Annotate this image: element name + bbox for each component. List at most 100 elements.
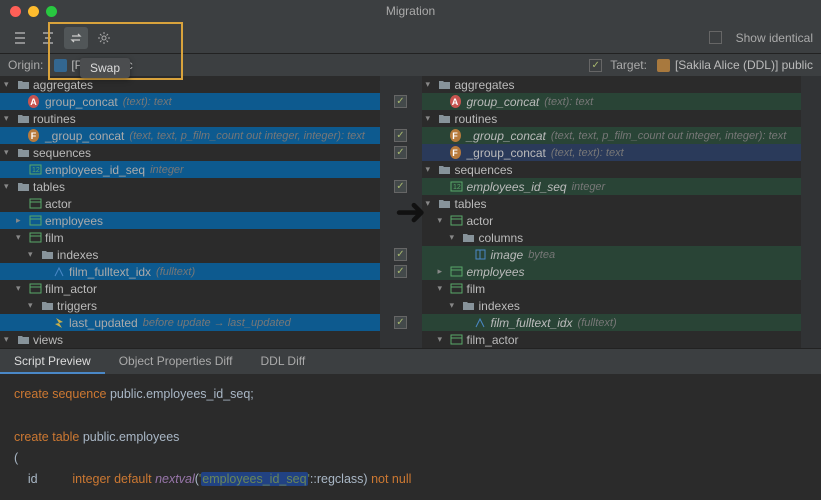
settings-icon[interactable]	[92, 27, 116, 49]
tree-row[interactable]: ▾ routines	[422, 110, 802, 127]
expand-tree-icon[interactable]	[8, 27, 32, 49]
tree-row[interactable]: ▾tables	[422, 195, 802, 212]
tree-row[interactable]: ▾aggregates	[422, 76, 802, 93]
collapse-tree-icon[interactable]	[36, 27, 60, 49]
F-icon: F	[450, 129, 464, 143]
row-checkbox[interactable]: ✓	[394, 146, 407, 159]
tree-row[interactable]: ▾routines	[0, 110, 380, 127]
tree-row[interactable]: F_group_concat(text, text, p_film_count …	[422, 127, 802, 144]
svg-text:12: 12	[32, 167, 40, 174]
row-checkbox[interactable]: ✓	[394, 316, 407, 329]
origin-tree[interactable]: ▾ aggregatesAgroup_concat(text): text▾rou…	[0, 76, 380, 348]
tree-row[interactable]: ▾actor	[422, 212, 802, 229]
disclosure-icon[interactable]: ▾	[4, 334, 16, 345]
disclosure-icon[interactable]: ▾	[438, 215, 450, 226]
signature: integer	[572, 181, 606, 193]
disclosure-icon[interactable]: ▾	[426, 164, 438, 175]
row-checkbox[interactable]: ✓	[394, 265, 407, 278]
show-identical-checkbox[interactable]	[709, 31, 722, 44]
tree-row[interactable]: ▾ film	[0, 229, 380, 246]
disclosure-icon[interactable]: ▾	[450, 232, 462, 243]
tree-row[interactable]: ▸employees	[0, 212, 380, 229]
tree-label: routines	[455, 112, 498, 126]
disclosure-icon[interactable]: ▾	[4, 79, 16, 90]
tree-row[interactable]: Agroup_concat(text): text	[422, 93, 802, 110]
disclosure-icon[interactable]: ▸	[438, 266, 450, 277]
maximize-window[interactable]	[46, 6, 57, 17]
signature: (text, text): text	[551, 147, 624, 159]
kw: create	[14, 430, 49, 444]
kw: integer	[72, 472, 110, 486]
tree-row[interactable]: ▾ aggregates	[0, 76, 380, 93]
disclosure-icon[interactable]: ▾	[450, 300, 462, 311]
target-tree[interactable]: ▾aggregatesAgroup_concat(text): text ▾ rou…	[422, 76, 802, 348]
target-all-checkbox[interactable]: ✓	[589, 59, 602, 72]
tree-row[interactable]: film_fulltext_idx(fulltext)	[0, 263, 380, 280]
close-window[interactable]	[10, 6, 21, 17]
tree-label: employees	[467, 265, 525, 279]
disclosure-icon[interactable]: ▾	[4, 113, 16, 124]
origin-label: Origin:	[8, 58, 43, 72]
disclosure-icon[interactable]: ▾	[426, 79, 438, 90]
tree-row[interactable]: ▾triggers	[0, 297, 380, 314]
tree-label: actor	[45, 197, 72, 211]
str: employees_id_seq	[201, 472, 307, 486]
tree-row[interactable]: ▾columns	[422, 229, 802, 246]
disclosure-icon[interactable]: ▾	[426, 113, 438, 124]
disclosure-icon[interactable]: ▸	[16, 215, 28, 226]
signature: (fulltext)	[578, 317, 617, 329]
disclosure-icon[interactable]: ▾	[16, 283, 28, 294]
disclosure-icon[interactable]: ▾	[28, 249, 40, 260]
tree-row[interactable]: actor	[0, 195, 380, 212]
tree-row[interactable]: ▾film_actor	[0, 280, 380, 297]
tree-row[interactable]: 12employees_id_seqinteger	[0, 161, 380, 178]
paren: (	[14, 451, 18, 465]
disclosure-icon[interactable]: ▾	[438, 334, 450, 345]
row-checkbox[interactable]: ✓	[394, 95, 407, 108]
tree-row[interactable]: imagebytea	[422, 246, 802, 263]
ident: public.employees	[83, 430, 180, 444]
tree-label: film_fulltext_idx	[69, 265, 151, 279]
minimize-window[interactable]	[28, 6, 39, 17]
tree-row[interactable]: ▾views	[0, 331, 380, 348]
tree-label: film	[467, 282, 486, 296]
tree-row[interactable]: Agroup_concat(text): text	[0, 93, 380, 110]
tab-ddl-diff[interactable]: DDL Diff	[247, 349, 320, 374]
tree-row[interactable]: ▾ film	[422, 280, 802, 297]
tab-script-preview[interactable]: Script Preview	[0, 349, 105, 374]
tree-label: aggregates	[33, 78, 93, 92]
swap-button[interactable]	[64, 27, 88, 49]
ident: public.employees_id_seq;	[110, 387, 254, 401]
overview-ruler	[801, 76, 821, 348]
tab-object-properties-diff[interactable]: Object Properties Diff	[105, 349, 247, 374]
tree-row[interactable]: F_group_concat(text, text): text	[422, 144, 802, 161]
row-checkbox[interactable]: ✓	[394, 248, 407, 261]
disclosure-icon[interactable]: ▾	[4, 147, 16, 158]
tree-row[interactable]: ▾indexes	[0, 246, 380, 263]
tree-row[interactable]: last_updatedbefore update → last_updated	[0, 314, 380, 331]
row-checkbox[interactable]: ✓	[394, 129, 407, 142]
idx-icon	[474, 316, 488, 330]
tree-row[interactable]: ▾sequences	[422, 161, 802, 178]
disclosure-icon[interactable]: ▾	[426, 198, 438, 209]
disclosure-icon[interactable]: ▾	[4, 181, 16, 192]
preview-tabs: Script PreviewObject Properties DiffDDL …	[0, 348, 821, 374]
tree-row[interactable]: ▾sequences	[0, 144, 380, 161]
tree-row[interactable]: ▾tables	[0, 178, 380, 195]
signature: (text): text	[544, 96, 593, 108]
tree-row[interactable]: ▾indexes	[422, 297, 802, 314]
postgres-icon	[53, 58, 67, 72]
script-preview[interactable]: create sequence public.employees_id_seq;…	[0, 374, 821, 496]
disclosure-icon[interactable]: ▾	[438, 283, 450, 294]
tree-row[interactable]: film_fulltext_idx(fulltext)	[422, 314, 802, 331]
tree-row[interactable]: F_group_concat(text, text, p_film_count …	[0, 127, 380, 144]
tree-row[interactable]: 12employees_id_seqinteger	[422, 178, 802, 195]
tree-label: film	[45, 231, 64, 245]
disclosure-icon[interactable]: ▾	[28, 300, 40, 311]
target-value[interactable]: [Sakila Alice (DDL)] public	[675, 58, 813, 72]
disclosure-icon[interactable]: ▾	[16, 232, 28, 243]
tree-row[interactable]: ▸ employees	[422, 263, 802, 280]
tbl-icon	[450, 282, 464, 296]
kw: default	[114, 472, 152, 486]
tree-row[interactable]: ▾film_actor	[422, 331, 802, 348]
